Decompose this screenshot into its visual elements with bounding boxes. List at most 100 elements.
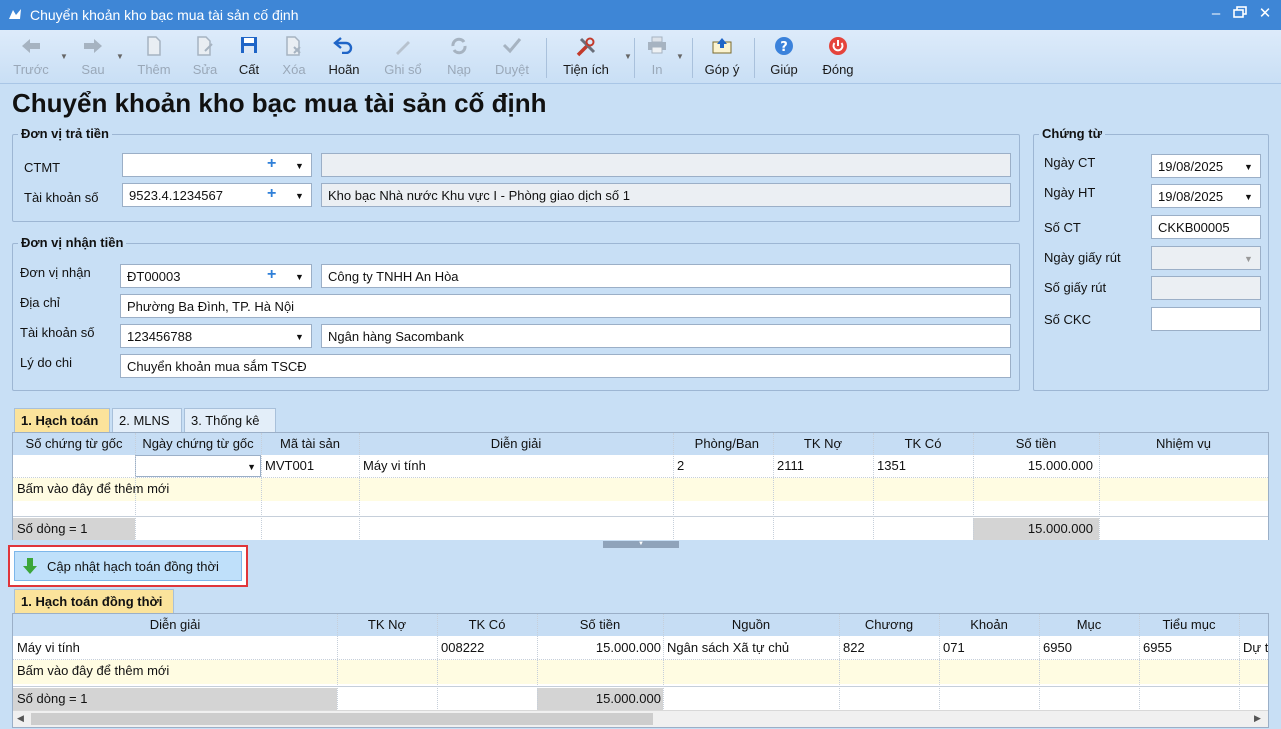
add-new-row[interactable]: Bấm vào đây để thêm mới [13, 478, 1268, 501]
col-header[interactable]: TK Có [437, 614, 537, 636]
add-new-row[interactable]: Bấm vào đây để thêm mới [13, 660, 1268, 684]
approve-button[interactable]: Duyệt [488, 30, 536, 84]
date-ct-picker[interactable]: 19/08/2025 ▼ [1151, 154, 1261, 178]
window-title: Chuyển khoản kho bạc mua tài sản cố định [30, 7, 299, 23]
undo-button[interactable]: Hoãn [322, 30, 366, 84]
cell-credit[interactable]: 008222 [437, 637, 537, 659]
col-header[interactable]: Diễn giải [13, 614, 337, 636]
col-header[interactable]: Số tiền [537, 614, 663, 636]
update-simultaneous-button[interactable]: Cập nhật hạch toán đồng thời [14, 551, 242, 581]
delete-button[interactable]: Xóa [276, 30, 312, 84]
chevron-down-icon[interactable]: ▼ [135, 455, 261, 477]
tab-simultaneous-accounting[interactable]: 1. Hạch toán đồng thời [14, 589, 174, 613]
plus-icon[interactable]: + [267, 185, 276, 203]
payer-group [12, 134, 1020, 222]
utilities-button[interactable]: Tiện ích ▼ [556, 30, 632, 84]
feedback-button[interactable]: Góp ý [700, 30, 744, 84]
col-header[interactable]: Mục [1039, 614, 1139, 636]
col-header[interactable]: Nguồn [663, 614, 839, 636]
col-header[interactable]: Chương [839, 614, 939, 636]
col-header[interactable]: Khoản [939, 614, 1039, 636]
col-header[interactable]: Số chứng từ gốc [13, 433, 135, 455]
withdraw-date-combo[interactable]: ▼ [1151, 246, 1261, 270]
col-header[interactable]: TK Nợ [337, 614, 437, 636]
chevron-down-icon[interactable]: ▼ [1244, 192, 1253, 202]
add-button[interactable]: Thêm [133, 30, 175, 84]
ctmt-combo[interactable]: + ▼ [122, 153, 312, 177]
chevron-down-icon[interactable]: ▼ [295, 272, 304, 282]
payee-unit-name[interactable]: Công ty TNHH An Hòa [321, 264, 1011, 288]
restore-button[interactable] [1230, 3, 1250, 25]
cell-item[interactable]: 071 [939, 637, 1039, 659]
cell-asset[interactable]: MVT001 [261, 455, 359, 477]
close-window-button[interactable]: ✕ [1255, 3, 1275, 25]
so-ct-input[interactable]: CKKB00005 [1151, 215, 1261, 239]
tab-thong-ke[interactable]: 3. Thống kê [184, 408, 276, 432]
help-button[interactable]: ? Giúp [764, 30, 804, 84]
payee-account-combo[interactable]: 123456788 ▼ [120, 324, 312, 348]
col-header[interactable]: Diễn giải [359, 433, 673, 455]
col-header[interactable]: Ngày chứng từ gốc [135, 433, 261, 455]
chevron-down-icon[interactable]: ▼ [295, 191, 304, 201]
add-new-row-label[interactable]: Bấm vào đây để thêm mới [13, 478, 413, 500]
edit-button[interactable]: Sửa [186, 30, 224, 84]
splitter-handle[interactable]: ▼ [603, 541, 679, 548]
payee-address-input[interactable]: Phường Ba Đình, TP. Hà Nội [120, 294, 1011, 318]
print-button[interactable]: In ▼ [640, 30, 684, 84]
table-row[interactable]: Máy vi tính 008222 15.000.000 Ngân sách … [13, 637, 1268, 660]
col-header[interactable]: Số tiền [973, 433, 1099, 455]
cell-section[interactable]: 6950 [1039, 637, 1139, 659]
scroll-left-icon[interactable]: ◀ [17, 713, 24, 724]
cell-subsection[interactable]: 6955 [1139, 637, 1239, 659]
cell-source[interactable]: Ngân sách Xã tự chủ [663, 637, 839, 659]
col-header[interactable]: TK Có [873, 433, 973, 455]
cell-amount[interactable]: 15.000.000 [537, 637, 663, 659]
reload-button[interactable]: Nạp [440, 30, 478, 84]
payer-account-combo[interactable]: 9523.4.1234567 + ▼ [122, 183, 312, 207]
close-button[interactable]: Đóng [816, 30, 860, 84]
save-button[interactable]: Cất [232, 30, 266, 84]
undo-icon [333, 37, 353, 54]
chevron-down-icon[interactable]: ▼ [295, 332, 304, 342]
col-header[interactable]: TK Nợ [773, 433, 873, 455]
cell-description[interactable]: Máy vi tính [13, 637, 337, 659]
table-row[interactable]: ▼ MVT001 Máy vi tính 2 2111 1351 15.000.… [13, 455, 1268, 478]
payee-bank-name[interactable]: Ngân hàng Sacombank [321, 324, 1011, 348]
payee-address-label: Địa chỉ [20, 295, 60, 310]
plus-icon[interactable]: + [267, 155, 276, 173]
prev-button[interactable]: Trước ▼ [6, 30, 68, 84]
power-icon [829, 37, 847, 55]
cell-debit[interactable]: 2111 [773, 455, 873, 477]
withdraw-no-input[interactable] [1151, 276, 1261, 300]
chevron-down-icon[interactable]: ▼ [1244, 254, 1253, 264]
chevron-down-icon[interactable]: ▼ [295, 161, 304, 171]
scrollbar-thumb[interactable] [31, 713, 653, 725]
cell-extra[interactable]: Dự t [1239, 637, 1268, 659]
next-button[interactable]: Sau ▼ [68, 30, 124, 84]
col-header[interactable]: Phòng/Ban [673, 433, 773, 455]
cell-credit[interactable]: 1351 [873, 455, 973, 477]
cell-debit[interactable] [337, 637, 437, 659]
tab-hach-toan[interactable]: 1. Hạch toán [14, 408, 110, 432]
tab-mlns[interactable]: 2. MLNS [112, 408, 182, 432]
col-header[interactable]: Nhiệm vụ [1099, 433, 1268, 455]
chevron-down-icon[interactable]: ▼ [1244, 162, 1253, 172]
date-ht-picker[interactable]: 19/08/2025 ▼ [1151, 184, 1261, 208]
post-button[interactable]: Ghi sổ [378, 30, 428, 84]
edit-document-icon [197, 36, 213, 56]
scroll-right-icon[interactable]: ▶ [1254, 713, 1261, 724]
add-new-row-label[interactable]: Bấm vào đây để thêm mới [13, 660, 413, 682]
col-header[interactable]: Mã tài sản [261, 433, 359, 455]
reason-input[interactable]: Chuyển khoản mua sắm TSCĐ [120, 354, 1011, 378]
minimize-button[interactable]: – [1206, 3, 1226, 25]
horizontal-scrollbar[interactable]: ◀ ▶ [13, 710, 1268, 727]
cell-chapter[interactable]: 822 [839, 637, 939, 659]
column-divider [337, 614, 338, 709]
ckc-input[interactable] [1151, 307, 1261, 331]
cell-department[interactable]: 2 [673, 455, 773, 477]
cell-amount[interactable]: 15.000.000 [973, 455, 1099, 477]
col-header[interactable]: Tiểu mục [1139, 614, 1239, 636]
payee-unit-combo[interactable]: ĐT00003 + ▼ [120, 264, 312, 288]
cell-description[interactable]: Máy vi tính [359, 455, 673, 477]
plus-icon[interactable]: + [267, 266, 276, 284]
